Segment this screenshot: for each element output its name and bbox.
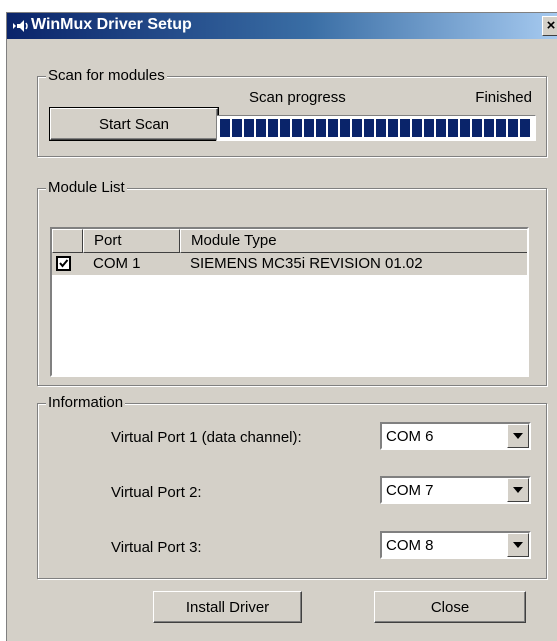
chevron-down-icon[interactable]: [507, 533, 529, 557]
column-header-check[interactable]: [52, 229, 83, 253]
information-group-label: Information: [46, 394, 126, 412]
virtual-port-2-select[interactable]: COM 7: [380, 476, 531, 504]
scan-progress-fill: [220, 119, 532, 137]
scan-status-text: Finished: [475, 89, 532, 106]
virtual-port-1-label: Virtual Port 1 (data channel):: [111, 429, 302, 446]
virtual-port-3-label: Virtual Port 3:: [111, 539, 202, 556]
column-header-module-type[interactable]: Module Type: [180, 229, 527, 253]
module-list-group: Module List Port Module Type COM 1 SIEME…: [37, 179, 547, 386]
virtual-port-2-value: COM 7: [386, 482, 434, 499]
list-header: Port Module Type: [52, 229, 527, 253]
module-row[interactable]: COM 1 SIEMENS MC35i REVISION 01.02: [52, 253, 527, 275]
chevron-down-icon[interactable]: [507, 424, 529, 448]
column-header-port[interactable]: Port: [83, 229, 180, 253]
close-window-button[interactable]: ×: [542, 16, 557, 36]
module-type: SIEMENS MC35i REVISION 01.02: [190, 255, 423, 272]
start-scan-button[interactable]: Start Scan: [49, 107, 219, 141]
chevron-down-icon[interactable]: [507, 478, 529, 502]
scan-progress-bar: [216, 115, 536, 141]
window-title: WinMux Driver Setup: [31, 16, 192, 33]
virtual-port-1-value: COM 6: [386, 428, 434, 445]
virtual-port-3-select[interactable]: COM 8: [380, 531, 531, 559]
install-driver-button[interactable]: Install Driver: [153, 591, 302, 623]
close-button[interactable]: Close: [374, 591, 526, 623]
virtual-port-3-value: COM 8: [386, 537, 434, 554]
virtual-port-2-label: Virtual Port 2:: [111, 484, 202, 501]
scan-group-label: Scan for modules: [46, 67, 167, 85]
speaker-arrow-icon: [13, 20, 28, 32]
title-bar[interactable]: WinMux Driver Setup ×: [7, 13, 557, 39]
setup-dialog: WinMux Driver Setup × Scan for modules S…: [6, 12, 557, 641]
virtual-port-1-select[interactable]: COM 6: [380, 422, 531, 450]
module-checkbox[interactable]: [56, 256, 71, 271]
module-port: COM 1: [93, 255, 141, 272]
module-list[interactable]: Port Module Type COM 1 SIEMENS MC35i REV…: [50, 227, 529, 377]
module-list-group-label: Module List: [46, 179, 127, 197]
scan-progress-label: Scan progress: [249, 89, 346, 106]
